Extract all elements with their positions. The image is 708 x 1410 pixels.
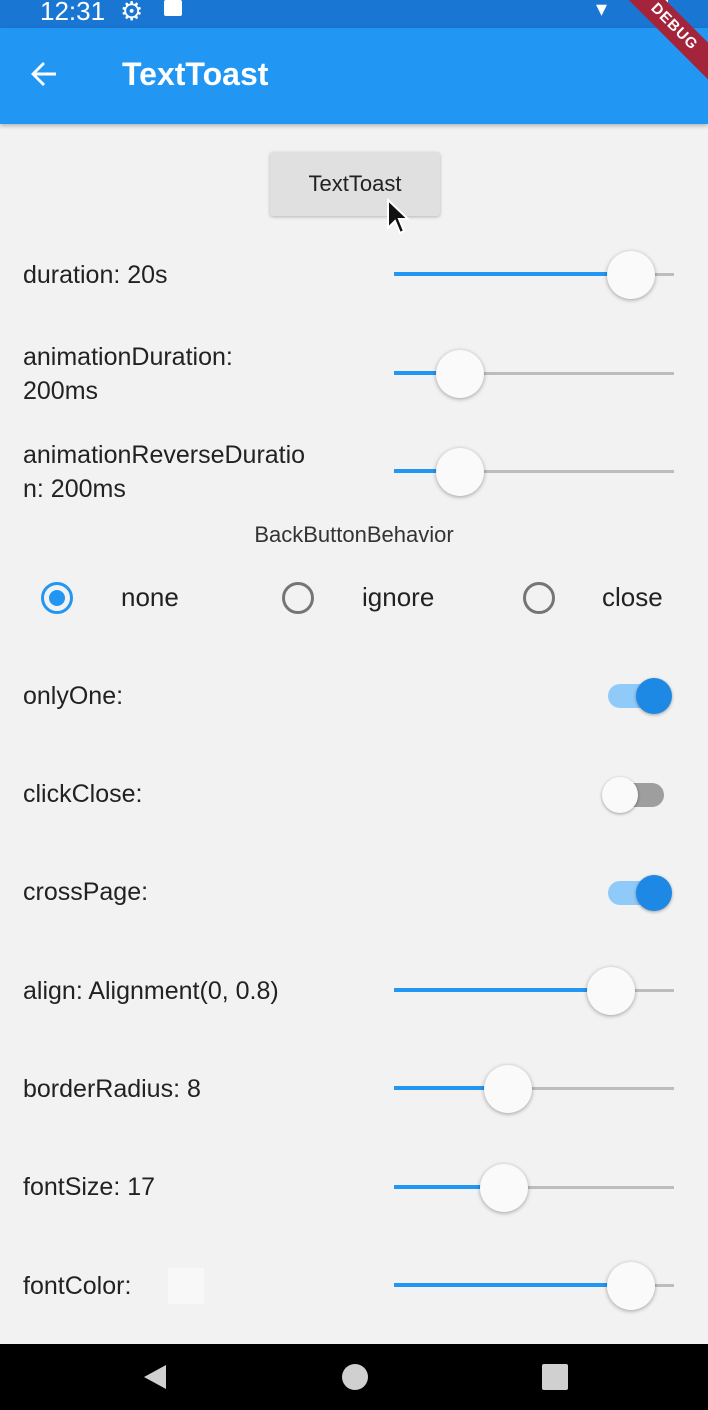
circle-home-icon[interactable]	[342, 1364, 368, 1390]
radio-close[interactable]	[523, 582, 555, 614]
slider-thumb[interactable]	[479, 1164, 528, 1212]
animation-duration-slider[interactable]	[394, 350, 674, 398]
switch-thumb	[602, 777, 638, 813]
click-close-label: clickClose:	[23, 780, 143, 808]
mouse-cursor-icon	[387, 198, 410, 235]
slider-thumb[interactable]	[586, 967, 635, 1015]
back-button-behavior-title: BackButtonBehavior	[254, 522, 454, 547]
only-one-switch[interactable]	[600, 676, 674, 716]
border-radius-slider[interactable]	[394, 1065, 674, 1113]
slider-active-track	[394, 272, 632, 276]
click-close-switch[interactable]	[600, 775, 674, 815]
triangle-back-icon[interactable]	[140, 1362, 170, 1392]
radio-label-none: none	[121, 582, 179, 612]
slider-thumb[interactable]	[484, 1065, 533, 1113]
switch-thumb	[636, 875, 672, 911]
wifi-icon: ▾	[596, 0, 608, 21]
switch-thumb	[636, 678, 672, 714]
animation-reverse-duration-label: animationReverseDuratio n: 200ms	[23, 441, 306, 503]
slider-thumb[interactable]	[607, 1262, 656, 1310]
duration-label: duration: 20s	[23, 261, 168, 289]
cross-page-switch[interactable]	[600, 873, 674, 913]
radio-label-ignore: ignore	[362, 582, 435, 612]
status-time: 12:31	[40, 0, 106, 26]
gear-icon: ⚙	[120, 0, 144, 26]
slider-active-track	[394, 988, 611, 992]
animation-reverse-duration-slider[interactable]	[394, 448, 674, 496]
border-radius-label: borderRadius: 8	[23, 1075, 201, 1103]
cross-page-label: crossPage:	[23, 878, 149, 906]
only-one-label: onlyOne:	[23, 682, 124, 710]
slider-thumb[interactable]	[607, 251, 656, 299]
slider-active-track	[394, 1283, 632, 1287]
slider-thumb[interactable]	[435, 448, 484, 496]
radio-none[interactable]	[41, 582, 73, 614]
arrow-back-icon[interactable]	[20, 50, 68, 98]
page-title: TextToast	[122, 56, 269, 92]
status-bar: 12:31 ⚙ ▾	[0, 0, 708, 28]
align-label: align: Alignment(0, 0.8)	[23, 977, 279, 1005]
radio-label-close: close	[602, 582, 663, 612]
app-bar: TextToast	[0, 28, 708, 124]
animation-duration-label: animationDuration: 200ms	[23, 343, 233, 405]
font-color-slider[interactable]	[394, 1262, 674, 1310]
font-color-swatch	[168, 1268, 204, 1304]
slider-thumb[interactable]	[435, 350, 484, 398]
font-size-label: fontSize: 17	[23, 1173, 156, 1201]
duration-slider[interactable]	[394, 251, 674, 299]
sd-card-icon	[164, 0, 182, 16]
system-nav-bar	[0, 1344, 708, 1410]
text-toast-button[interactable]: TextToast	[270, 152, 440, 216]
square-recent-icon[interactable]	[542, 1364, 568, 1390]
align-slider[interactable]	[394, 967, 674, 1015]
radio-ignore[interactable]	[282, 582, 314, 614]
font-color-label: fontColor:	[23, 1272, 132, 1300]
font-size-slider[interactable]	[394, 1164, 674, 1212]
